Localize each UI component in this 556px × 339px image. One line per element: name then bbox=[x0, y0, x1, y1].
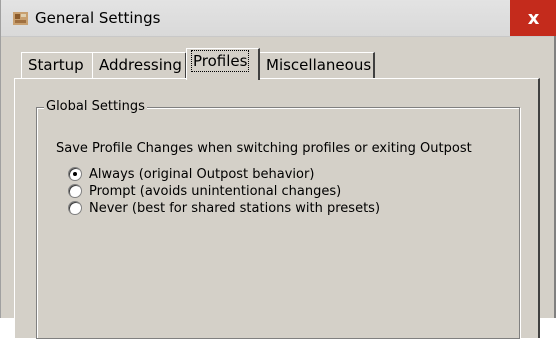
close-button[interactable]: x bbox=[510, 0, 556, 36]
radio-label: Prompt (avoids unintentional changes) bbox=[89, 183, 342, 199]
radio-never[interactable]: Never (best for shared stations with pre… bbox=[68, 200, 380, 216]
close-icon: x bbox=[527, 7, 540, 29]
app-icon bbox=[13, 12, 28, 25]
window-title: General Settings bbox=[35, 9, 161, 27]
tab-label: Addressing bbox=[99, 56, 182, 74]
groupbox-title: Global Settings bbox=[44, 99, 147, 114]
tab-profiles[interactable]: Profiles bbox=[186, 48, 260, 80]
radio-label: Never (best for shared stations with pre… bbox=[89, 200, 381, 216]
radio-label: Always (original Outpost behavior) bbox=[89, 166, 315, 182]
title-bar[interactable]: General Settings x bbox=[1, 0, 556, 37]
radio-unchecked-icon[interactable] bbox=[68, 184, 82, 198]
tab-label: Miscellaneous bbox=[266, 56, 372, 74]
radio-checked-icon[interactable] bbox=[68, 167, 82, 181]
tab-label: Startup bbox=[28, 56, 84, 74]
radio-unchecked-icon[interactable] bbox=[68, 201, 82, 215]
save-profile-changes-label: Save Profile Changes when switching prof… bbox=[56, 141, 472, 156]
radio-prompt[interactable]: Prompt (avoids unintentional changes) bbox=[68, 183, 341, 199]
tab-miscellaneous[interactable]: Miscellaneous bbox=[259, 52, 375, 78]
general-settings-window: General Settings x Startup Addressing Pr… bbox=[0, 0, 556, 339]
tab-addressing[interactable]: Addressing bbox=[92, 52, 187, 78]
radio-always[interactable]: Always (original Outpost behavior) bbox=[68, 166, 314, 182]
tab-label: Profiles bbox=[190, 50, 250, 72]
tab-startup[interactable]: Startup bbox=[21, 52, 94, 78]
